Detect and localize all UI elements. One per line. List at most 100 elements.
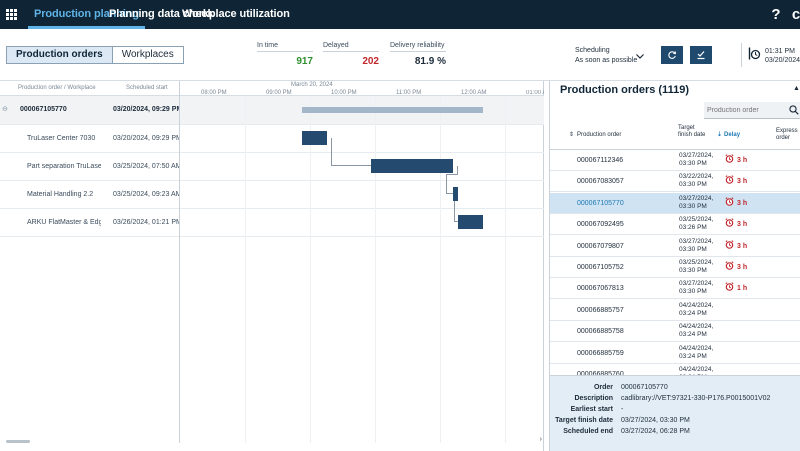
workplace-name: TruLaser Center 7030 [27,135,96,142]
release-button[interactable] [690,46,712,64]
user-icon[interactable]: c [792,0,800,29]
target-finish-date: 03/27/2024, 03:30 PM [679,194,714,210]
order-number: 000067105770 [20,106,67,113]
detail-key: Description [574,395,613,402]
kpi-value: 202 [362,56,379,67]
list-item[interactable]: 000067083057 03/22/2024, 03:30 PM 3 h [550,171,800,193]
alarm-icon [725,236,734,257]
detail-key: Order [593,384,613,391]
operation-bar[interactable] [302,131,327,145]
order-number: 000067112346 [577,157,624,164]
grid-line [375,96,376,443]
order-number: 000066885759 [577,349,624,357]
order-number: 000066885758 [577,328,624,336]
list-item[interactable]: 000067112346 03/27/2024, 03:30 PM 3 h [550,150,800,171]
delay-value: 3 h [737,199,748,207]
scrollbar-thumb[interactable] [6,440,30,443]
list-item[interactable]: 000066885758 04/24/2024, 03:24 PM [550,321,800,343]
gantt-divider [179,81,180,443]
kpi-value: 81.9 % [414,56,446,67]
dependency-connector [446,166,458,175]
app-launcher-icon[interactable] [0,0,22,29]
grid-line [245,96,246,443]
order-number: 000066885757 [577,306,624,314]
list-item[interactable]: 000067079807 03/27/2024, 03:30 PM 3 h [550,236,800,257]
kpi-label: Delivery reliability [390,42,446,52]
tab-workplace-utilization[interactable]: Workplace utilization [182,0,290,29]
list-item[interactable]: 000067067813 03/27/2024, 03:30 PM 1 h [550,278,800,300]
target-finish-date: 04/24/2024,03:24 PM [679,323,714,339]
kpi-in-time: In time 917 [257,42,313,67]
alarm-icon [725,278,734,299]
collapse-icon[interactable]: ⊖ [2,96,8,123]
view-toggle: Production orders Workplaces [6,46,184,64]
operation-bar[interactable] [458,215,483,229]
dependency-connector [446,175,453,194]
scheduling-label: Scheduling [575,47,610,54]
divider [741,43,742,67]
detail-key: Scheduled end [563,428,613,435]
production-orders-toggle[interactable]: Production orders [7,47,113,63]
target-finish-date: 03/25/2024, 03:26 PM [679,216,714,232]
current-time: 01:31 PM [765,48,795,55]
order-number: 000067092495 [577,221,624,229]
list-item[interactable]: 000067092495 03/25/2024, 03:26 PM 3 h [550,214,800,236]
list-item[interactable]: 000066885757 04/24/2024, 03:24 PM [550,300,800,321]
order-summary-bar[interactable] [302,107,483,113]
refresh-icon [668,51,677,59]
current-datetime: 01:31 PM 03/20/2024 [765,47,800,65]
detail-row: Target finish date 03/27/2024, 03:30 PM [550,415,800,426]
list-item[interactable]: 000067105752 03/25/2024, 03:30 PM 3 h [550,257,800,278]
grid-line [440,96,441,443]
kpi-delivery-reliability: Delivery reliability 81.9 % [390,42,446,67]
target-finish-date: 03/27/2024, 03:30 PM [679,237,714,253]
delay-value: 1 h [737,285,748,293]
kpi-delayed: Delayed 202 [323,42,379,67]
table-row[interactable]: Material Handling 2.2 03/25/2024, 09:23 … [0,181,544,209]
detail-key: Earliest start [570,406,613,413]
alarm-icon [725,214,734,235]
dependency-connector [454,201,458,222]
order-number: 000067079807 [577,242,624,250]
alarm-icon [725,193,734,214]
workplaces-toggle[interactable]: Workplaces [112,47,183,63]
alarm-icon [725,171,734,192]
production-orders-panel: Production orders (1119) ▲ ⇕Production o… [549,81,800,451]
order-number: 000066885760 [577,371,624,375]
table-row[interactable]: Part separation TruLaser Center 03/25/20… [0,153,544,181]
scheduling-select[interactable]: Scheduling As soon as possible [575,46,637,66]
order-detail: Order 000067105770 Description cadlibrary:… [550,375,800,451]
chevron-down-icon[interactable] [636,51,644,61]
order-number: 000067083057 [577,178,624,186]
list-item[interactable]: 000066885760 04/24/2024,03:24 PM [550,364,800,375]
target-finish-date: 03/27/2024, 03:30 PM [679,152,714,167]
column-header-order-workplace: Production order / Workplace [18,85,96,91]
detail-value: 000067105770 [621,384,668,391]
list-item[interactable]: 000067105770 03/27/2024, 03:30 PM 3 h [550,192,800,214]
delay-value: 3 h [737,264,748,271]
scheduled-start: 03/25/2024, 07:50 AM [113,163,179,170]
detail-value: 03/27/2024, 06:28 PM [621,428,690,435]
target-finish-date: 03/27/2024, 03:30 PM [679,280,714,296]
help-icon[interactable]: ? [768,0,784,29]
target-finish-date: 04/24/2024,03:24 PM [679,301,714,317]
detail-value: - [621,406,624,413]
list-item[interactable]: 000066885759 04/24/2024, 03:24 PM [550,343,800,364]
operation-bar[interactable] [453,187,458,201]
grid-line [310,96,311,443]
horizontal-scrollbar[interactable]: › [0,436,544,445]
scroll-right-icon[interactable]: › [540,436,542,443]
workplace-name: Part separation TruLaser Center [27,163,101,170]
order-number: 000067067813 [577,285,624,293]
operation-bar[interactable] [371,159,453,173]
kpi-label: Delayed [323,42,379,52]
toolbar: Production orders Workplaces In time 917… [0,29,800,81]
detail-row: Description cadlibrary://VET:97321-330-P1… [550,393,800,404]
target-finish-date: 04/24/2024,03:24 PM [679,366,714,375]
order-number: 000067105752 [577,264,624,271]
table-row[interactable]: TruLaser Center 7030 03/20/2024, 09:29 P… [0,125,544,153]
reschedule-button[interactable] [661,46,683,64]
detail-row: Earliest start - [550,404,800,415]
scheduling-value: As soon as possible [575,57,638,64]
workplace-name: ARKU FlatMaster & EdgeBreaker [27,219,101,226]
